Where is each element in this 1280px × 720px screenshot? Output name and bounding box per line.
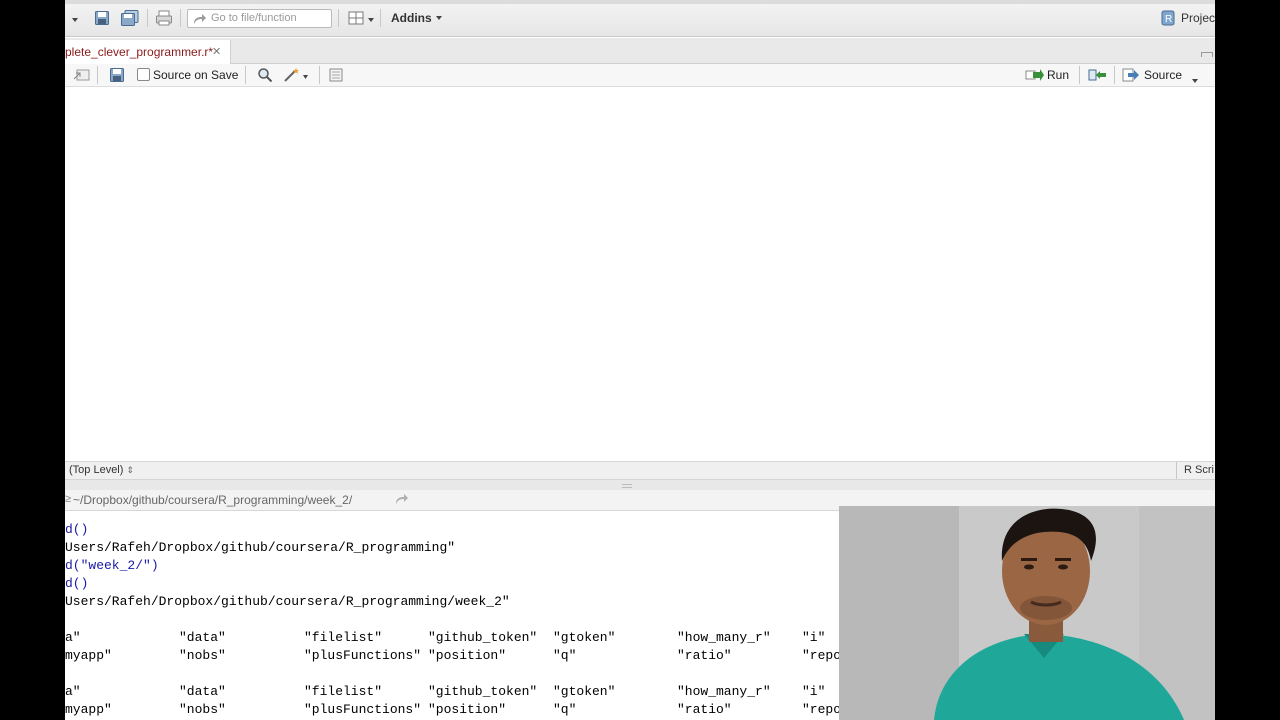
project-icon[interactable]: R — [1161, 10, 1175, 26]
ls-output-cell: "github_token" — [428, 684, 538, 699]
source-on-save-label: Source on Save — [153, 68, 239, 82]
goto-file-function-input[interactable]: Go to file/function — [187, 9, 332, 28]
notebook-icon[interactable] — [328, 67, 344, 88]
ls-output-cell: "filelist" — [304, 684, 383, 699]
run-icon[interactable] — [1025, 67, 1045, 88]
close-icon[interactable]: ✕ — [212, 45, 221, 58]
splitter-grip — [622, 484, 632, 488]
save-all-icon[interactable] — [120, 10, 140, 26]
console-output-line: Users/Rafeh/Dropbox/github/coursera/R_pr… — [65, 594, 510, 609]
maximize-pane-icon[interactable] — [1201, 52, 1213, 57]
ls-output-cell: "gtoken" — [553, 630, 616, 645]
main-toolbar: Go to file/function Addins R Projec — [65, 0, 1215, 37]
ls-output-cell: "filelist" — [304, 630, 383, 645]
addins-caret-icon — [436, 16, 443, 20]
source-button[interactable]: Source — [1144, 68, 1182, 82]
ls-output-cell: "nobs" — [179, 702, 226, 717]
editor-tab[interactable]: plete_clever_programmer.r* ✕ — [65, 40, 231, 64]
run-button[interactable]: Run — [1047, 68, 1069, 82]
editor-tab-title: plete_clever_programmer.r* — [65, 45, 214, 59]
ls-output-cell: "position" — [428, 648, 507, 663]
console-command-line: d() — [65, 522, 89, 537]
console-working-directory[interactable]: ~/Dropbox/github/coursera/R_programming/… — [73, 493, 352, 507]
scope-updown-icon: ⇕ — [126, 465, 135, 475]
ls-output-cell: a" — [65, 630, 81, 645]
print-icon[interactable] — [155, 10, 173, 26]
ls-output-cell: "repo — [802, 648, 842, 663]
ls-output-cell: "q" — [553, 702, 577, 717]
rerun-icon[interactable] — [1088, 67, 1108, 88]
ls-output-cell: "data" — [179, 630, 226, 645]
ls-output-cell: "plusFunctions" — [304, 648, 422, 663]
ls-output-cell: "i" — [802, 684, 826, 699]
show-in-window-icon[interactable] — [73, 67, 91, 88]
presenter-video — [839, 506, 1215, 720]
goto-placeholder: Go to file/function — [211, 12, 297, 24]
ls-output-cell: "ratio" — [677, 702, 732, 717]
save-icon[interactable] — [94, 10, 110, 26]
magic-wand-icon[interactable] — [283, 67, 309, 88]
webcam-overlay — [839, 506, 1215, 720]
scope-label: (Top Level) — [69, 464, 124, 476]
scope-selector[interactable]: (Top Level) ⇕ — [69, 464, 134, 476]
ls-output-cell: "gtoken" — [553, 684, 616, 699]
editor-toolbar: Source on Save Run Source — [65, 64, 1215, 87]
console-output-line: Users/Rafeh/Dropbox/github/coursera/R_pr… — [65, 540, 456, 555]
dropdown-arrow-icon[interactable] — [71, 13, 79, 29]
refresh-path-icon[interactable] — [395, 493, 409, 508]
ls-output-cell: "how_many_r" — [677, 630, 771, 645]
source-on-save-checkbox[interactable] — [137, 68, 150, 81]
addins-menu[interactable]: Addins — [391, 11, 443, 27]
ls-output-cell: "position" — [428, 702, 507, 717]
ls-output-cell: a" — [65, 684, 81, 699]
file-type-label[interactable]: R Scri — [1184, 464, 1214, 476]
save-icon[interactable] — [109, 67, 125, 88]
svg-text:R: R — [1165, 14, 1172, 25]
ls-output-cell: "how_many_r" — [677, 684, 771, 699]
ls-output-cell: myapp" — [65, 702, 112, 717]
ls-output-cell: "data" — [179, 684, 226, 699]
editor-status-bar: (Top Level) ⇕ R Scri — [65, 461, 1215, 480]
grid-icon[interactable] — [348, 10, 364, 26]
pane-splitter[interactable] — [65, 480, 1215, 490]
search-icon[interactable] — [257, 67, 273, 88]
console-command-line: d("week_2/") — [65, 558, 159, 573]
ls-output-cell: "github_token" — [428, 630, 538, 645]
console-icon: ≥ — [65, 493, 72, 505]
ls-output-cell: "i" — [802, 630, 826, 645]
editor-tabbar: plete_clever_programmer.r* ✕ — [65, 38, 1215, 64]
ls-output-cell: "repo — [802, 702, 842, 717]
ls-output-cell: "q" — [553, 648, 577, 663]
ls-output-cell: myapp" — [65, 648, 112, 663]
project-menu-label[interactable]: Projec — [1181, 11, 1215, 27]
ls-output-cell: "ratio" — [677, 648, 732, 663]
source-icon[interactable] — [1122, 67, 1140, 88]
addins-label: Addins — [391, 11, 432, 25]
ls-output-cell: "nobs" — [179, 648, 226, 663]
ls-output-cell: "plusFunctions" — [304, 702, 422, 717]
caret-down-icon[interactable] — [367, 13, 375, 29]
editor-text-area[interactable] — [65, 87, 1215, 461]
console-command-line: d() — [65, 576, 89, 591]
goto-arrow-icon — [193, 12, 207, 30]
